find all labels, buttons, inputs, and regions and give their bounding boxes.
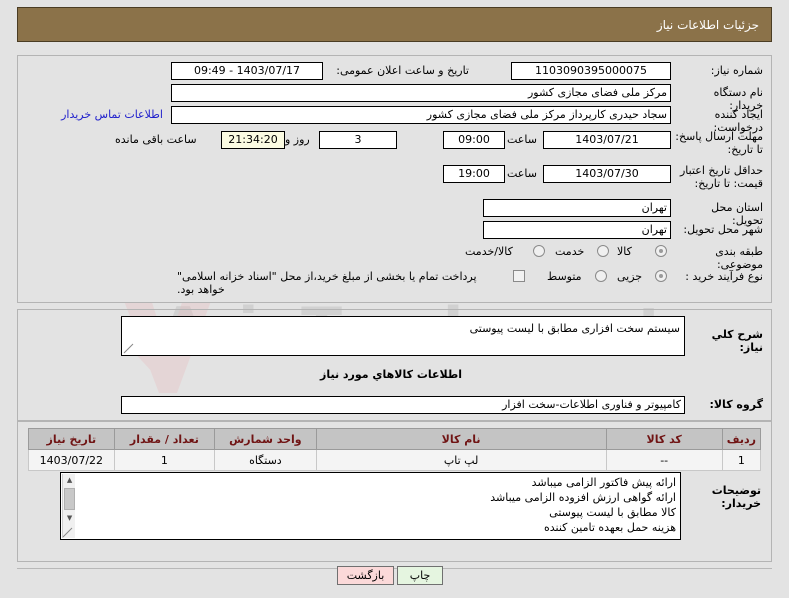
table-row: 1 -- لپ تاپ دستگاه 1 1403/07/22 bbox=[28, 449, 762, 471]
remaining-days-value: 3 bbox=[319, 131, 397, 149]
table-header-row: ردیف کد کالا نام کالا واحد شمارش تعداد /… bbox=[28, 428, 762, 450]
radio-process-motevaset-label: متوسط bbox=[547, 270, 582, 283]
countdown-label: ساعت باقی مانده bbox=[115, 133, 197, 146]
need-number-value: 1103090395000075 bbox=[511, 62, 671, 80]
buyer-note-line: ارائه پیش فاکتور الزامی میباشد bbox=[531, 476, 676, 489]
radio-category-kala-khedmat-label: کالا/خدمت bbox=[465, 245, 513, 258]
description-label: شرح کلي نیاز: bbox=[711, 328, 763, 354]
cell-code: -- bbox=[605, 449, 723, 471]
category-label: طبقه بندی موضوعی: bbox=[715, 245, 763, 271]
description-panel: شرح کلي نیاز: سیستم سخت افزاری مطابق با … bbox=[17, 309, 772, 421]
validity-time-label: ساعت bbox=[507, 167, 537, 180]
city-label: شهر محل تحویل: bbox=[683, 223, 763, 236]
radio-category-khedmat-label: خدمت bbox=[555, 245, 585, 258]
countdown-timer: 21:34:20 bbox=[221, 131, 285, 149]
buyer-note-line: هزینه حمل بعهده تامین کننده bbox=[543, 521, 676, 534]
cell-unit: دستگاه bbox=[214, 449, 317, 471]
page-root: AriaTender.net جزئیات اطلاعات نیاز شماره… bbox=[0, 0, 789, 598]
radio-category-kala-khedmat[interactable] bbox=[533, 245, 545, 257]
cell-qty: 1 bbox=[113, 449, 216, 471]
items-table: ردیف کد کالا نام کالا واحد شمارش تعداد /… bbox=[28, 428, 762, 471]
description-value: سیستم سخت افزاری مطابق با لیست پیوستی bbox=[469, 322, 680, 335]
col-qty: تعداد / مقدار bbox=[113, 428, 216, 450]
col-date: تاریخ نیاز bbox=[28, 428, 115, 450]
validity-date: 1403/07/30 bbox=[543, 165, 671, 183]
process-label: نوع فرآیند خرید : bbox=[685, 270, 763, 283]
cell-row: 1 bbox=[721, 449, 762, 471]
main-info-panel: شماره نیاز: 1103090395000075 تاریخ و ساع… bbox=[17, 55, 772, 303]
col-name: نام کالا bbox=[315, 428, 607, 450]
buyer-notes-label: توضیحات خریدار: bbox=[711, 484, 761, 510]
buyer-note-line: ارائه گواهی ارزش افزوده الزامی میباشد bbox=[490, 491, 676, 504]
col-unit: واحد شمارش bbox=[214, 428, 317, 450]
need-number-label: شماره نیاز: bbox=[710, 64, 763, 77]
page-title: جزئیات اطلاعات نیاز bbox=[17, 7, 772, 42]
validity-label: حداقل تاریخ اعتبار قیمت: تا تاریخ: bbox=[679, 164, 763, 190]
col-row: ردیف bbox=[721, 428, 762, 450]
cell-name: لپ تاپ bbox=[315, 449, 607, 471]
radio-category-kala-label: کالا bbox=[617, 245, 632, 258]
validity-time: 19:00 bbox=[443, 165, 505, 183]
buyer-notes-textarea[interactable]: ارائه پیش فاکتور الزامی میباشد ارائه گوا… bbox=[60, 472, 681, 540]
deadline-date: 1403/07/21 bbox=[543, 131, 671, 149]
header-bar: جزئیات اطلاعات نیاز bbox=[0, 0, 789, 48]
city-value: تهران bbox=[483, 221, 671, 239]
scroll-down-icon[interactable]: ▼ bbox=[63, 512, 76, 524]
goods-section-title: اطلاعات کالاهاي مورد نیاز bbox=[320, 368, 462, 381]
requester-value: سجاد حیدری کارپرداز مرکز ملی فضای مجازی … bbox=[171, 106, 671, 124]
description-textarea[interactable]: سیستم سخت افزاری مطابق با لیست پیوستی bbox=[121, 316, 685, 356]
radio-category-khedmat[interactable] bbox=[597, 245, 609, 257]
scroll-up-icon[interactable]: ▲ bbox=[63, 474, 76, 486]
deadline-time-label: ساعت bbox=[507, 133, 537, 146]
radio-process-jozii[interactable] bbox=[655, 270, 667, 282]
buyer-contact-link[interactable]: اطلاعات تماس خریدار bbox=[61, 108, 163, 121]
deadline-label: مهلت ارسال پاسخ: تا تاریخ: bbox=[675, 130, 763, 156]
footer-divider bbox=[17, 568, 772, 569]
radio-category-kala[interactable] bbox=[655, 245, 667, 257]
resize-handle-icon[interactable] bbox=[62, 527, 73, 538]
goods-group-value: کامپیوتر و فناوری اطلاعات-سخت افزار bbox=[121, 396, 685, 414]
buyer-org-value: مرکز ملی فضای مجازی کشور bbox=[171, 84, 671, 102]
goods-group-label: گروه کالا: bbox=[709, 398, 763, 411]
cell-date: 1403/07/22 bbox=[28, 449, 115, 471]
remaining-days-label: روز و bbox=[285, 133, 310, 146]
scrollbar-thumb[interactable] bbox=[64, 488, 75, 510]
treasury-checkbox[interactable] bbox=[513, 270, 525, 282]
print-button[interactable]: چاپ bbox=[397, 566, 443, 585]
resize-handle-icon[interactable] bbox=[123, 343, 134, 354]
announce-label: تاریخ و ساعت اعلان عمومی: bbox=[336, 64, 469, 77]
buyer-note-line: کالا مطابق با لیست پیوستی bbox=[549, 506, 676, 519]
deadline-time: 09:00 bbox=[443, 131, 505, 149]
items-panel: ردیف کد کالا نام کالا واحد شمارش تعداد /… bbox=[17, 421, 772, 562]
back-button[interactable]: بازگشت bbox=[337, 566, 394, 585]
announce-value: 1403/07/17 - 09:49 bbox=[171, 62, 323, 80]
radio-process-jozii-label: جزیی bbox=[617, 270, 643, 283]
col-code: کد کالا bbox=[605, 428, 723, 450]
radio-process-motevaset[interactable] bbox=[595, 270, 607, 282]
province-value: تهران bbox=[483, 199, 671, 217]
treasury-checkbox-label: پرداخت تمام یا بخشی از مبلغ خرید،از محل … bbox=[177, 270, 477, 296]
